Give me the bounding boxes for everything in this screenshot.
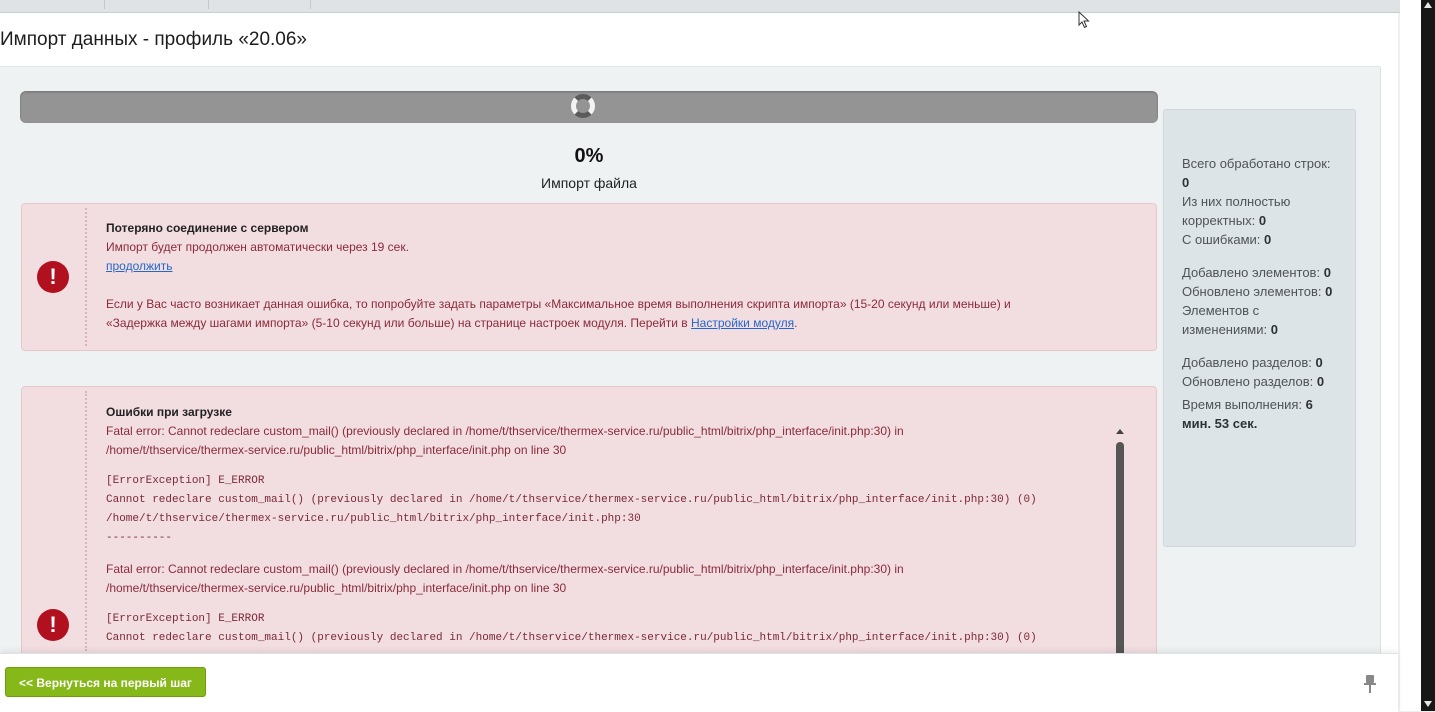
- exception-line: Cannot redeclare custom_mail() (previous…: [106, 494, 1037, 506]
- import-stats-panel: Всего обработано строк: 0 Из них полност…: [1163, 109, 1356, 547]
- stat-total: Всего обработано строк: 0: [1182, 154, 1341, 192]
- pin-icon[interactable]: [1363, 675, 1377, 693]
- loading-spinner-icon: [571, 94, 595, 118]
- import-content: 0% Импорт файла ! Потеряно соединение с …: [0, 67, 1381, 656]
- exception-line: Cannot redeclare custom_mail() (previous…: [106, 632, 1037, 644]
- back-to-first-step-button[interactable]: << Вернуться на первый шаг: [5, 667, 206, 697]
- errors-heading: Ошибки при загрузке: [106, 405, 232, 419]
- top-tab[interactable]: [208, 0, 311, 9]
- alert-advice-2: «Задержка между шагами импорта» (5-10 се…: [106, 314, 1144, 333]
- top-tab-strip: [0, 0, 1400, 13]
- stats-rows-group: Всего обработано строк: 0 Из них полност…: [1182, 154, 1341, 249]
- window-edge: [1400, 0, 1435, 711]
- stat-updated: Обновлено элементов: 0: [1182, 282, 1341, 301]
- stats-elements-group: Добавлено элементов: 0 Обновлено элемент…: [1182, 263, 1341, 339]
- stat-label: Обновлено разделов:: [1182, 374, 1314, 389]
- stat-label: Добавлено элементов:: [1182, 265, 1321, 280]
- exclamation-circle-icon: !: [37, 261, 69, 293]
- stat-value: 0: [1182, 175, 1190, 190]
- mouse-cursor-icon: [1078, 11, 1090, 29]
- error-line: /home/t/thservice/thermex-service.ru/pub…: [106, 443, 567, 457]
- load-errors-alert: ! Ошибки при загрузке Fatal error: Canno…: [21, 386, 1157, 656]
- error-log: Ошибки при загрузке Fatal error: Cannot …: [106, 403, 1106, 648]
- stat-label: С ошибками:: [1182, 232, 1261, 247]
- connection-lost-alert: ! Потеряно соединение с сервером Импорт …: [21, 203, 1157, 351]
- scroll-thumb[interactable]: [1116, 442, 1124, 655]
- stat-value: 0: [1270, 322, 1278, 337]
- progress-percent: 0%: [574, 145, 604, 167]
- scroll-down-icon[interactable]: [1424, 701, 1432, 707]
- alert-line: Импорт будет продолжен автоматически чер…: [106, 240, 409, 254]
- error-log-scrollbar[interactable]: [1116, 429, 1124, 655]
- page-scrollbar[interactable]: [1421, 0, 1435, 711]
- settings-link[interactable]: Настройки модуля: [691, 316, 794, 330]
- stat-value: 0: [1323, 265, 1331, 280]
- stat-value: 0: [1264, 232, 1272, 247]
- stat-errors: С ошибками: 0: [1182, 230, 1341, 249]
- top-tab[interactable]: [0, 0, 105, 9]
- import-page: Импорт данных - профиль «20.06» 0% Импор…: [0, 13, 1398, 656]
- stat-label: Элементов с изменениями:: [1182, 303, 1268, 337]
- stat-sections-updated: Обновлено разделов: 0: [1182, 372, 1341, 391]
- alert-advice: Если у Вас часто возникает данная ошибка…: [106, 297, 1011, 311]
- alert-body: Потеряно соединение с сервером Импорт бу…: [106, 219, 1144, 333]
- stat-value: 0: [1315, 355, 1323, 370]
- exception-tag: [ErrorException] E_ERROR: [106, 475, 265, 487]
- stat-value: 0: [1325, 284, 1333, 299]
- stat-value: 0: [1258, 213, 1267, 228]
- continue-link[interactable]: продолжить: [106, 259, 172, 273]
- error-line: /home/t/thservice/thermex-service.ru/pub…: [106, 581, 567, 595]
- alert-divider: [85, 208, 87, 346]
- stat-label: Всего обработано строк:: [1182, 156, 1331, 171]
- stat-label: Обновлено элементов:: [1182, 284, 1322, 299]
- exception-tag: [ErrorException] E_ERROR: [106, 613, 265, 625]
- stat-value: 0: [1316, 374, 1325, 389]
- page-title: Импорт данных - профиль «20.06»: [0, 29, 307, 50]
- alert-divider: [85, 391, 87, 651]
- advice-end: .: [794, 316, 798, 330]
- alert-heading: Потеряно соединение с сервером: [106, 221, 309, 235]
- exception-line: /home/t/thservice/thermex-service.ru/pub…: [106, 513, 641, 525]
- progress-bar: [20, 91, 1158, 123]
- stats-sections-group: Добавлено разделов: 0 Обновлено разделов…: [1182, 353, 1341, 391]
- exclamation-circle-icon: !: [37, 609, 69, 641]
- scroll-up-icon[interactable]: [1424, 2, 1432, 8]
- stat-time: Время выполнения: 6 мин. 53 сек.: [1182, 395, 1341, 433]
- stat-sections-added: Добавлено разделов: 0: [1182, 353, 1341, 372]
- progress-stage: Импорт файла: [541, 175, 637, 191]
- stat-added: Добавлено элементов: 0: [1182, 263, 1341, 282]
- stat-correct: Из них полностью корректных: 0: [1182, 192, 1341, 230]
- stat-label: Добавлено разделов:: [1182, 355, 1312, 370]
- top-tab[interactable]: [104, 0, 209, 9]
- exception-separator: ----------: [106, 532, 173, 544]
- error-line: Fatal error: Cannot redeclare custom_mai…: [106, 562, 904, 576]
- stat-label: Время выполнения:: [1182, 397, 1303, 412]
- stat-changed: Элементов с изменениями: 0: [1182, 301, 1341, 339]
- error-line: Fatal error: Cannot redeclare custom_mai…: [106, 424, 904, 438]
- footer-toolbar: << Вернуться на первый шаг: [0, 653, 1398, 712]
- advice-text: «Задержка между шагами импорта» (5-10 се…: [106, 316, 688, 330]
- stat-label: Из них полностью корректных:: [1182, 194, 1291, 228]
- scroll-up-icon[interactable]: [1116, 429, 1124, 434]
